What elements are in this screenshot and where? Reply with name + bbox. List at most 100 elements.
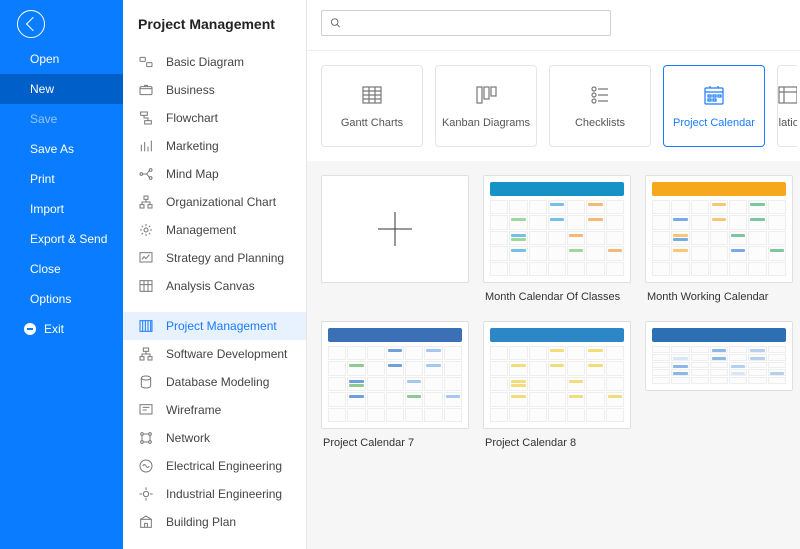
type-marketing[interactable]: Marketing bbox=[123, 132, 306, 160]
type-icon bbox=[138, 138, 154, 154]
type-label: Flowchart bbox=[166, 111, 218, 125]
template-thumb bbox=[645, 321, 793, 391]
menu-print[interactable]: Print bbox=[0, 164, 123, 194]
diagram-type-sidebar: Project Management Basic Diagram Business… bbox=[123, 0, 307, 549]
type-label: Network bbox=[166, 431, 210, 445]
type-network[interactable]: Network bbox=[123, 424, 306, 452]
type-flowchart[interactable]: Flowchart bbox=[123, 104, 306, 132]
type-business[interactable]: Business bbox=[123, 76, 306, 104]
type-label: Software Development bbox=[166, 347, 287, 361]
type-icon bbox=[138, 110, 154, 126]
type-icon bbox=[138, 166, 154, 182]
template-gallery: Month Calendar Of Classes Month Working C… bbox=[307, 161, 800, 549]
type-icon bbox=[138, 346, 154, 362]
template-label bbox=[645, 391, 793, 403]
type-electrical-engineering[interactable]: Electrical Engineering bbox=[123, 452, 306, 480]
type-organizational-chart[interactable]: Organizational Chart bbox=[123, 188, 306, 216]
menu-exit-label: Exit bbox=[44, 322, 64, 336]
tab-label: Project Calendar bbox=[673, 117, 755, 129]
type-label: Building Plan bbox=[166, 515, 236, 529]
type-building-plan[interactable]: Building Plan bbox=[123, 508, 306, 536]
type-icon bbox=[138, 318, 154, 334]
type-icon bbox=[138, 430, 154, 446]
type-icon bbox=[138, 486, 154, 502]
main-area: Gantt Charts Kanban Diagrams Checklists Pro… bbox=[307, 0, 800, 549]
type-management[interactable]: Management bbox=[123, 216, 306, 244]
template-card[interactable]: Project Calendar 7 bbox=[321, 321, 469, 453]
file-menu-sidebar: OpenNewSaveSave AsPrintImportExport & Se… bbox=[0, 0, 123, 549]
type-icon bbox=[138, 278, 154, 294]
tab-kanban-diagrams[interactable]: Kanban Diagrams bbox=[435, 65, 537, 147]
template-card[interactable]: Month Calendar Of Classes bbox=[483, 175, 631, 307]
type-label: Analysis Canvas bbox=[166, 279, 255, 293]
subcategory-tabs: Gantt Charts Kanban Diagrams Checklists Pro… bbox=[307, 51, 800, 161]
type-label: Business bbox=[166, 83, 215, 97]
type-icon bbox=[138, 458, 154, 474]
menu-save-as[interactable]: Save As bbox=[0, 134, 123, 164]
type-icon bbox=[138, 402, 154, 418]
template-thumb bbox=[645, 175, 793, 283]
menu-open[interactable]: Open bbox=[0, 44, 123, 74]
template-card[interactable]: Month Working Calendar bbox=[645, 175, 793, 307]
type-label: Organizational Chart bbox=[166, 195, 276, 209]
type-basic-diagram[interactable]: Basic Diagram bbox=[123, 48, 306, 76]
type-database-modeling[interactable]: Database Modeling bbox=[123, 368, 306, 396]
search-input[interactable] bbox=[347, 16, 602, 30]
template-blank[interactable] bbox=[321, 175, 469, 307]
type-icon bbox=[138, 54, 154, 70]
type-label: Basic Diagram bbox=[166, 55, 244, 69]
menu-close[interactable]: Close bbox=[0, 254, 123, 284]
menu-save[interactable]: Save bbox=[0, 104, 123, 134]
type-label: Strategy and Planning bbox=[166, 251, 284, 265]
type-icon bbox=[138, 374, 154, 390]
type-mind-map[interactable]: Mind Map bbox=[123, 160, 306, 188]
template-thumb bbox=[483, 175, 631, 283]
type-label: Wireframe bbox=[166, 403, 221, 417]
type-label: Industrial Engineering bbox=[166, 487, 282, 501]
type-strategy-and-planning[interactable]: Strategy and Planning bbox=[123, 244, 306, 272]
menu-options[interactable]: Options bbox=[0, 284, 123, 314]
search-row bbox=[307, 0, 800, 51]
type-label: Management bbox=[166, 223, 236, 237]
search-icon bbox=[330, 17, 341, 29]
back-button[interactable] bbox=[17, 10, 45, 38]
template-thumb bbox=[321, 175, 469, 283]
template-thumb bbox=[321, 321, 469, 429]
template-card[interactable]: Project Calendar 8 bbox=[483, 321, 631, 453]
type-icon bbox=[138, 222, 154, 238]
tab-gantt-charts[interactable]: Gantt Charts bbox=[321, 65, 423, 147]
template-label: Project Calendar 8 bbox=[483, 429, 631, 453]
type-wireframe[interactable]: Wireframe bbox=[123, 396, 306, 424]
menu-new[interactable]: New bbox=[0, 74, 123, 104]
template-thumb bbox=[483, 321, 631, 429]
type-industrial-engineering[interactable]: Industrial Engineering bbox=[123, 480, 306, 508]
page-title: Project Management bbox=[123, 0, 306, 48]
tab-label: Checklists bbox=[575, 117, 625, 129]
type-icon bbox=[138, 82, 154, 98]
type-software-development[interactable]: Software Development bbox=[123, 340, 306, 368]
template-label: Month Calendar Of Classes bbox=[483, 283, 631, 307]
back-arrow-icon bbox=[25, 17, 39, 31]
tab-label: Kanban Diagrams bbox=[442, 117, 530, 129]
type-project-management[interactable]: Project Management bbox=[123, 312, 306, 340]
type-label: Database Modeling bbox=[166, 375, 269, 389]
type-label: Marketing bbox=[166, 139, 219, 153]
type-icon bbox=[138, 194, 154, 210]
template-label: Month Working Calendar bbox=[645, 283, 793, 307]
type-label: Mind Map bbox=[166, 167, 219, 181]
tab-relations[interactable]: Relations bbox=[777, 65, 797, 147]
template-label bbox=[321, 283, 469, 295]
type-label: Electrical Engineering bbox=[166, 459, 282, 473]
type-icon bbox=[138, 250, 154, 266]
template-label: Project Calendar 7 bbox=[321, 429, 469, 453]
search-box[interactable] bbox=[321, 10, 611, 36]
type-icon bbox=[138, 514, 154, 530]
tab-checklists[interactable]: Checklists bbox=[549, 65, 651, 147]
menu-exit[interactable]: Exit bbox=[0, 314, 123, 344]
type-analysis-canvas[interactable]: Analysis Canvas bbox=[123, 272, 306, 300]
template-card[interactable] bbox=[645, 321, 793, 453]
tab-project-calendar[interactable]: Project Calendar bbox=[663, 65, 765, 147]
menu-export-send[interactable]: Export & Send bbox=[0, 224, 123, 254]
menu-import[interactable]: Import bbox=[0, 194, 123, 224]
type-label: Project Management bbox=[166, 319, 277, 333]
